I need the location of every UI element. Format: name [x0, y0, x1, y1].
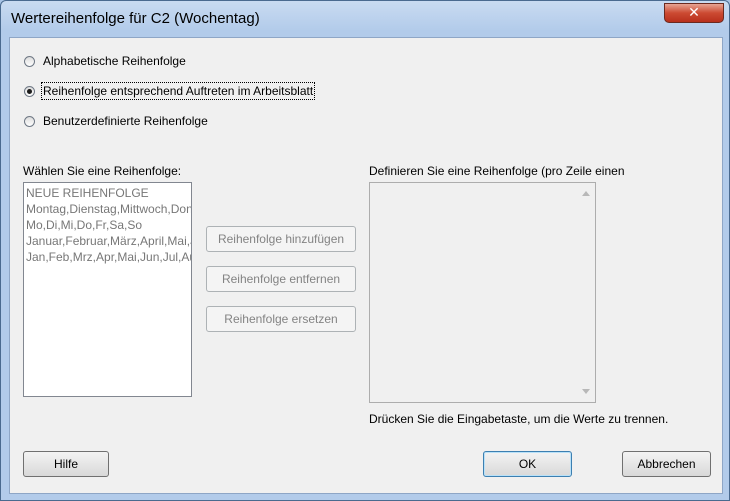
dialog-window: Wertereihenfolge für C2 (Wochentag) ✕ Al…: [0, 0, 730, 501]
select-order-label: Wählen Sie eine Reihenfolge:: [23, 164, 182, 178]
remove-order-button[interactable]: Reihenfolge entfernen: [206, 266, 356, 292]
radio-alphabetical-label[interactable]: Alphabetische Reihenfolge: [43, 54, 186, 68]
close-button[interactable]: ✕: [664, 3, 724, 23]
define-order-hint: Drücken Sie die Eingabetaste, um die Wer…: [369, 412, 669, 426]
ok-button[interactable]: OK: [483, 451, 572, 477]
list-item[interactable]: Montag,Dienstag,Mittwoch,Donnerstag,Frei…: [24, 201, 191, 217]
scroll-down-icon[interactable]: [582, 389, 590, 394]
window-title: Wertereihenfolge für C2 (Wochentag): [11, 10, 260, 27]
radio-worksheet-order[interactable]: [24, 86, 35, 97]
list-item[interactable]: Jan,Feb,Mrz,Apr,Mai,Jun,Jul,Aug,Sep,Okt,…: [24, 249, 191, 265]
define-order-textarea[interactable]: [369, 182, 596, 403]
radio-user-defined-label[interactable]: Benutzerdefinierte Reihenfolge: [43, 114, 208, 128]
vertical-scrollbar[interactable]: [578, 183, 595, 402]
title-bar[interactable]: Wertereihenfolge für C2 (Wochentag) ✕: [1, 1, 729, 37]
radio-alphabetical[interactable]: [24, 56, 35, 67]
scroll-up-icon[interactable]: [582, 191, 590, 196]
add-order-button[interactable]: Reihenfolge hinzufügen: [206, 226, 356, 252]
radio-user-defined[interactable]: [24, 116, 35, 127]
list-item[interactable]: NEUE REIHENFOLGE: [24, 185, 191, 201]
help-button[interactable]: Hilfe: [23, 451, 109, 477]
list-item[interactable]: Januar,Februar,März,April,Mai,Juni,Juli,…: [24, 233, 191, 249]
cancel-button[interactable]: Abbrechen: [622, 451, 711, 477]
list-item[interactable]: Mo,Di,Mi,Do,Fr,Sa,So: [24, 217, 191, 233]
select-order-listbox[interactable]: NEUE REIHENFOLGE Montag,Dienstag,Mittwoc…: [23, 182, 192, 397]
replace-order-button[interactable]: Reihenfolge ersetzen: [206, 306, 356, 332]
close-icon: ✕: [688, 5, 700, 21]
radio-worksheet-order-label[interactable]: Reihenfolge entsprechend Auftreten im Ar…: [40, 82, 316, 100]
define-order-label: Definieren Sie eine Reihenfolge (pro Zei…: [369, 164, 625, 178]
dialog-client: Alphabetische Reihenfolge Reihenfolge en…: [9, 37, 723, 494]
